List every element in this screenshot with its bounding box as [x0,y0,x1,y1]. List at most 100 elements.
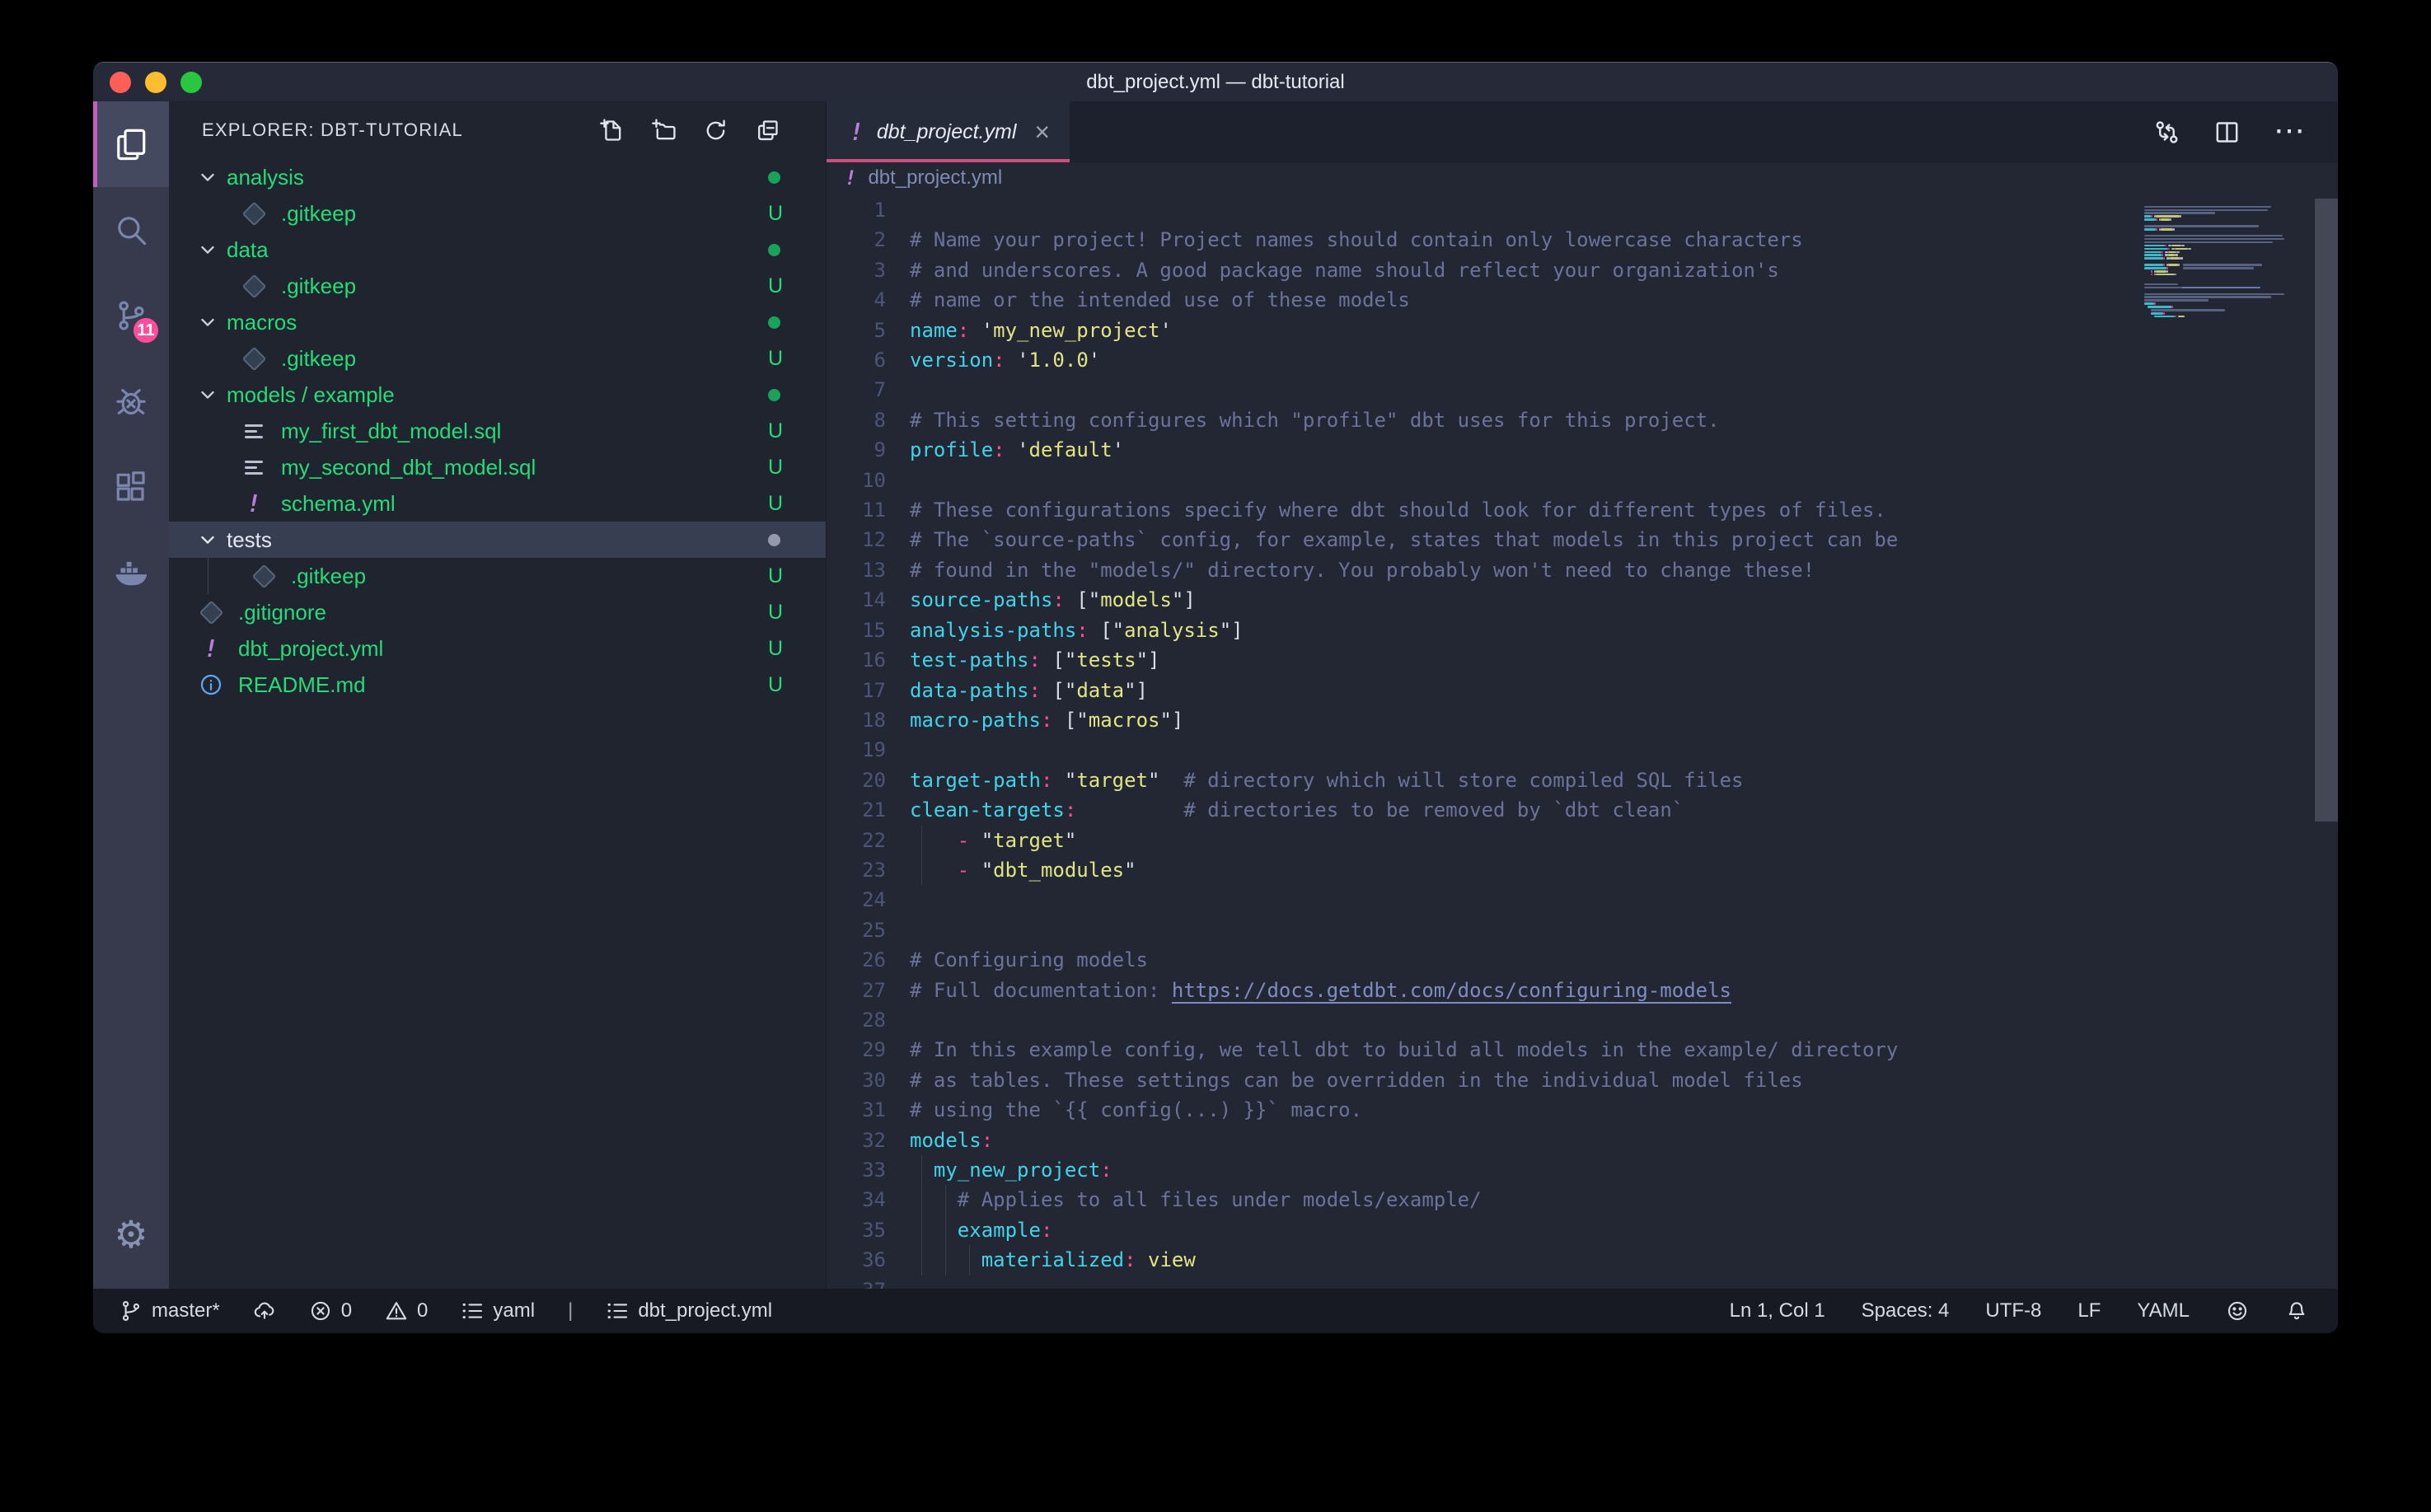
status-0[interactable]: 0 [385,1299,428,1322]
activity-item-source-control[interactable]: 11 [93,273,169,358]
new-file-icon[interactable] [599,118,625,143]
code-line: 12# The `source-paths` config, for examp… [827,525,2136,555]
status-lf[interactable]: LF [2077,1299,2101,1322]
line-number: 7 [827,375,886,405]
activity-bar: 11 ⚙ [93,101,169,1289]
git-untracked-badge: U [768,202,783,226]
tree-item-models-example[interactable]: models / example [169,377,826,413]
window-title: dbt_project.yml — dbt-tutorial [93,71,2338,94]
close-tab-icon[interactable]: × [1034,119,1050,145]
tree-item--gitkeep[interactable]: .gitkeep U [169,195,826,232]
status-ln-1-col-1[interactable]: Ln 1, Col 1 [1730,1299,1825,1322]
refresh-icon[interactable] [703,118,728,143]
code-line: 1​ [827,195,2136,225]
git-folder-dot-badge [768,389,780,401]
tree-item--gitkeep[interactable]: .gitkeepU [169,558,826,594]
tree-item--gitkeep[interactable]: .gitkeepU [169,268,826,304]
line-number: 21 [827,795,886,825]
tree-item-macros[interactable]: macros [169,304,826,340]
split-editor-icon[interactable] [2213,119,2241,146]
status-utf-8[interactable]: UTF-8 [1985,1299,2041,1322]
line-number: 11 [827,495,886,525]
git-folder-dot-badge [768,171,780,184]
status-master[interactable]: master* [119,1299,220,1322]
status-spaces-4[interactable]: Spaces: 4 [1862,1299,1950,1322]
chevron-down-icon [197,166,218,188]
code-line: 30# as tables. These settings can be ove… [827,1065,2136,1095]
line-number: 8 [827,405,886,435]
tree-item-readme-md[interactable]: README.mdU [169,667,826,703]
title-bar: dbt_project.yml — dbt-tutorial [93,63,2338,101]
status-0[interactable]: 0 [309,1299,352,1322]
tree-item--gitkeep[interactable]: .gitkeepU [169,340,826,377]
cloud-upload-icon [253,1299,276,1322]
new-folder-icon[interactable] [651,118,677,143]
tree-item-tests[interactable]: tests [169,522,826,558]
tab-bar: ! dbt_project.yml × ⋯ [827,101,2338,162]
code-line: 33 my_new_project: [827,1155,2136,1185]
code-line: 2# Name your project! Project names shou… [827,225,2136,255]
git-untracked-badge: U [768,419,783,443]
line-number: 30 [827,1065,886,1095]
tree-item-my-first-dbt-model-sql[interactable]: my_first_dbt_model.sqlU [169,413,826,449]
explorer-header: EXPLORER: DBT-TUTORIAL [169,101,826,159]
status-left: master* 0 0 yaml | dbt_project.yml [119,1299,772,1322]
explorer-sidebar: EXPLORER: DBT-TUTORIAL analysis .gitkeep U… [169,101,826,1289]
tree-item-label: .gitkeep [281,201,356,227]
line-number: 12 [827,525,886,555]
git-untracked-badge: U [768,673,783,697]
line-number: 29 [827,1035,886,1065]
code-line: 18macro-paths: ["macros"] [827,705,2136,735]
tree-item-analysis[interactable]: analysis [169,159,826,195]
activity-item-explorer[interactable] [93,101,169,187]
breadcrumb[interactable]: ! dbt_project.yml [827,162,2338,194]
more-actions-icon[interactable]: ⋯ [2274,125,2307,138]
tree-item-dbt-project-yml[interactable]: !dbt_project.ymlU [169,630,826,667]
line-number: 18 [827,705,886,735]
status-yaml[interactable]: yaml [461,1299,535,1322]
code-line: 4# name or the intended use of these mod… [827,285,2136,315]
code-line: 31# using the `{{ config(...) }}` macro. [827,1095,2136,1125]
debug-icon [114,384,148,419]
tree-item-data[interactable]: data [169,232,826,268]
chevron-down-icon [197,384,218,405]
activity-item-settings[interactable]: ⚙ [93,1191,169,1277]
status-bell[interactable] [2285,1299,2308,1322]
yaml-file-icon: ! [241,491,266,516]
git-file-icon [251,564,276,588]
line-number: 23 [827,855,886,885]
list-selection-icon [606,1299,629,1322]
tree-item-my-second-dbt-model-sql[interactable]: my_second_dbt_model.sqlU [169,449,826,485]
line-number: 15 [827,616,886,645]
activity-item-extensions[interactable] [93,444,169,530]
status-label: UTF-8 [1985,1299,2041,1322]
code-line: 6version: '1.0.0' [827,345,2136,375]
line-number: 2 [827,225,886,255]
status-feedback-smiley[interactable] [2226,1299,2249,1322]
code-line: 23 - "dbt_modules" [827,855,2136,885]
line-number: 17 [827,676,886,705]
status-cloud-upload[interactable] [253,1299,276,1322]
line-number: 20 [827,765,886,795]
tree-item--gitignore[interactable]: .gitignoreU [169,594,826,630]
activity-item-docker[interactable] [93,530,169,616]
code-editor[interactable]: 1​2# Name your project! Project names sh… [827,194,2338,1289]
collapse-all-icon[interactable] [755,118,780,143]
git-branch-icon [119,1299,143,1322]
activity-item-debug[interactable] [93,358,169,444]
tree-item-schema-yml[interactable]: !schema.ymlU [169,485,826,522]
code-line: 17data-paths: ["data"] [827,676,2136,705]
code-line: 11# These configurations specify where d… [827,495,2136,525]
git-untracked-badge: U [768,601,783,625]
status-yaml[interactable]: YAML [2137,1299,2190,1322]
status-divider: | [568,1299,573,1322]
status-dbt-project-yml[interactable]: dbt_project.yml [606,1299,772,1322]
compare-changes-icon[interactable] [2153,119,2180,146]
extensions-icon [114,470,148,504]
status-label: Spaces: 4 [1862,1299,1950,1322]
tab-dbt-project-yml[interactable]: ! dbt_project.yml × [827,101,1070,162]
minimap[interactable] [2144,202,2313,321]
activity-item-search[interactable] [93,187,169,273]
status-label: master* [152,1299,220,1322]
vertical-scrollbar[interactable] [2315,199,2338,822]
